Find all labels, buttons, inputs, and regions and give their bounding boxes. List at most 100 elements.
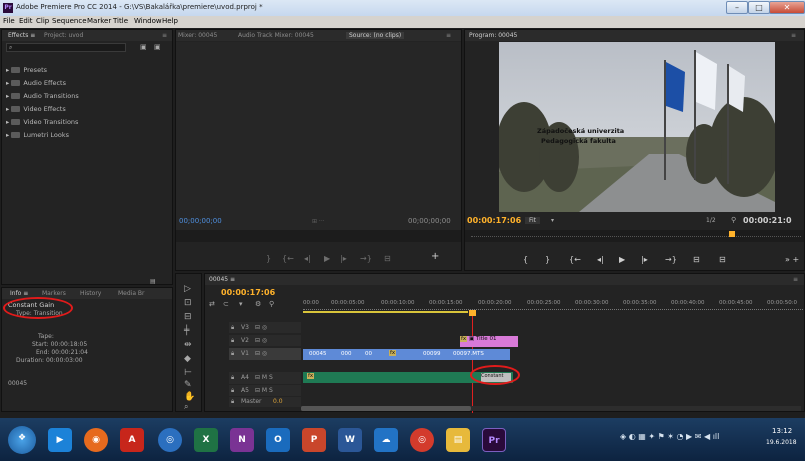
mark-out-icon[interactable]: } <box>545 255 550 264</box>
play-icon[interactable]: ▶ <box>619 255 625 264</box>
onenote-icon[interactable]: N <box>230 428 254 452</box>
connect-icon[interactable]: ☁ <box>374 428 398 452</box>
zoom-icon[interactable]: ⌕ <box>184 402 188 412</box>
menu-marker[interactable]: Marker <box>87 17 111 25</box>
hand-icon[interactable]: ✋ <box>184 392 195 402</box>
firefox-icon[interactable]: ◉ <box>84 428 108 452</box>
resolution-dropdown[interactable]: 1/2 <box>706 217 716 224</box>
tree-item-video-transitions[interactable]: ▸ Video Transitions <box>6 118 78 126</box>
lock-icon[interactable]: 🔒︎ <box>231 337 234 345</box>
snap-icon[interactable]: ⇄ <box>209 300 215 308</box>
clock-date[interactable]: 19.6.2018 <box>766 439 797 446</box>
play-icon[interactable]: ▶ <box>324 254 330 263</box>
track-header-v1[interactable]: 🔒︎ V1 ⊟ ◎ <box>229 348 301 360</box>
lock-icon[interactable]: 🔒︎ <box>231 374 234 382</box>
rate-stretch-icon[interactable]: ⇹ <box>184 340 192 350</box>
start-button-icon[interactable]: ❖ <box>8 426 36 454</box>
step-back-icon[interactable]: ◂| <box>597 255 604 264</box>
go-to-in-icon[interactable]: {← <box>282 254 294 263</box>
menu-window[interactable]: Window <box>134 17 162 25</box>
new-preset-icon[interactable]: ▣ <box>154 43 161 51</box>
step-forward-icon[interactable]: |▸ <box>340 254 347 263</box>
rolling-edit-icon[interactable]: ╪ <box>184 326 189 336</box>
close-button[interactable]: ✕ <box>769 1 805 14</box>
chrome-icon[interactable]: ◎ <box>158 428 182 452</box>
tab-media-browser[interactable]: Media Br <box>118 290 145 297</box>
lock-icon[interactable]: 🔒︎ <box>231 387 234 395</box>
toggle-output-icon[interactable]: ⊟ ◎ <box>255 324 267 331</box>
tab-sequence-00045[interactable]: 00045 ≡ <box>209 276 235 283</box>
track-header-master[interactable]: 🔒︎ Master 0.0 <box>229 397 301 407</box>
menu-title[interactable]: Title <box>113 17 128 25</box>
chrome-alt-icon[interactable]: ◎ <box>410 428 434 452</box>
clock-time[interactable]: 13:12 <box>772 427 792 435</box>
menu-edit[interactable]: Edit <box>19 17 33 25</box>
system-tray-icons[interactable]: ◈ ◐ ▦ ✦ ⚑ ✶ ◔ ▶ ✉ ◀ ıll <box>620 432 719 441</box>
menu-clip[interactable]: Clip <box>36 17 49 25</box>
source-timecode-left[interactable]: 00;00;00;00 <box>179 217 222 225</box>
step-forward-icon[interactable]: |▸ <box>641 255 648 264</box>
panel-menu-icon[interactable]: ≡ <box>446 32 451 39</box>
panel-menu-icon[interactable]: ≡ <box>793 276 798 283</box>
tab-markers[interactable]: Markers <box>42 290 66 297</box>
go-to-out-icon[interactable]: →} <box>360 254 372 263</box>
razor-icon[interactable]: ◆ <box>184 354 191 364</box>
step-back-icon[interactable]: ◂| <box>304 254 311 263</box>
outlook-icon[interactable]: O <box>266 428 290 452</box>
playhead-marker[interactable] <box>729 231 735 237</box>
timeline-timecode[interactable]: 00:00:17:06 <box>221 288 275 297</box>
tab-history[interactable]: History <box>80 290 101 297</box>
acrobat-icon[interactable]: A <box>120 428 144 452</box>
tree-item-audio-transitions[interactable]: ▸ Audio Transitions <box>6 92 79 100</box>
menu-help[interactable]: Help <box>162 17 178 25</box>
selection-tool-icon[interactable]: ▷ <box>184 284 191 294</box>
folder-new-icon[interactable]: ▤ <box>150 278 156 285</box>
premiere-taskbar-icon[interactable]: Pr <box>482 428 506 452</box>
work-area-bar[interactable] <box>303 311 468 313</box>
lock-icon[interactable]: 🔒︎ <box>231 324 234 332</box>
wrench-icon[interactable]: ⚲ <box>731 216 736 224</box>
button-editor-icon[interactable]: » + <box>785 255 799 264</box>
panel-menu-icon[interactable]: ≡ <box>791 32 796 39</box>
insert-icon[interactable]: ⊟ <box>384 254 391 263</box>
track-select-icon[interactable]: ⊡ <box>184 298 192 308</box>
mark-in-icon[interactable]: } <box>266 254 271 263</box>
menu-sequence[interactable]: Sequence <box>52 17 87 25</box>
lift-icon[interactable]: ⊟ <box>693 255 700 264</box>
fit-icon[interactable]: ⊞ ··· <box>312 218 325 225</box>
timeline-ruler[interactable]: 00:00 00:00:05:00 00:00:10:00 00:00:15:0… <box>303 300 803 314</box>
lock-icon[interactable]: 🔒︎ <box>231 350 234 358</box>
scrollbar-thumb[interactable] <box>301 406 471 411</box>
file-explorer-icon[interactable]: ▤ <box>446 428 470 452</box>
mute-solo-icons[interactable]: ⊟ M S <box>255 374 273 381</box>
track-header-a4[interactable]: 🔒︎ A4 ⊟ M S <box>229 372 301 384</box>
v1-clip-sequence[interactable]: 00045 000 00 fx 00099 00097.MTS <box>303 349 510 360</box>
track-header-v3[interactable]: 🔒︎ V3 ⊟ ◎ <box>229 322 301 333</box>
wrench-icon[interactable]: ⚲ <box>269 300 274 308</box>
tab-source[interactable]: Source: (no clips) <box>346 32 405 39</box>
master-volume[interactable]: 0.0 <box>273 398 283 405</box>
settings-icon[interactable]: ⚙ <box>255 300 261 308</box>
word-icon[interactable]: W <box>338 428 362 452</box>
tree-item-lumetri-looks[interactable]: ▸ Lumetri Looks <box>6 131 69 139</box>
panel-menu-icon[interactable]: ≡ <box>162 32 167 39</box>
track-header-a5[interactable]: 🔒︎ A5 ⊟ M S <box>229 385 301 396</box>
tree-item-audio-effects[interactable]: ▸ Audio Effects <box>6 79 66 87</box>
ripple-edit-icon[interactable]: ⊟ <box>184 312 192 322</box>
fit-dropdown[interactable]: Fit <box>525 217 541 224</box>
source-scrubber[interactable] <box>176 230 461 242</box>
tab-effects[interactable]: Effects ≡ <box>8 32 35 39</box>
tab-audio-track-mixer[interactable]: Audio Track Mixer: 00045 <box>238 32 314 39</box>
pen-icon[interactable]: ✎ <box>184 380 192 390</box>
tab-program[interactable]: Program: 00045 <box>469 32 517 39</box>
track-header-v2[interactable]: 🔒︎ V2 ⊟ ◎ <box>229 335 301 346</box>
maximize-button[interactable]: □ <box>748 1 770 14</box>
tab-mixer[interactable]: Mixer: 00045 <box>178 32 217 39</box>
program-timecode[interactable]: 00:00:17:06 <box>467 216 521 225</box>
excel-icon[interactable]: X <box>194 428 218 452</box>
media-player-icon[interactable]: ▶ <box>48 428 72 452</box>
minimize-button[interactable]: – <box>726 1 748 14</box>
slip-icon[interactable]: ⊢ <box>184 368 192 378</box>
add-button-icon[interactable]: + <box>431 251 439 262</box>
menu-file[interactable]: File <box>3 17 15 25</box>
